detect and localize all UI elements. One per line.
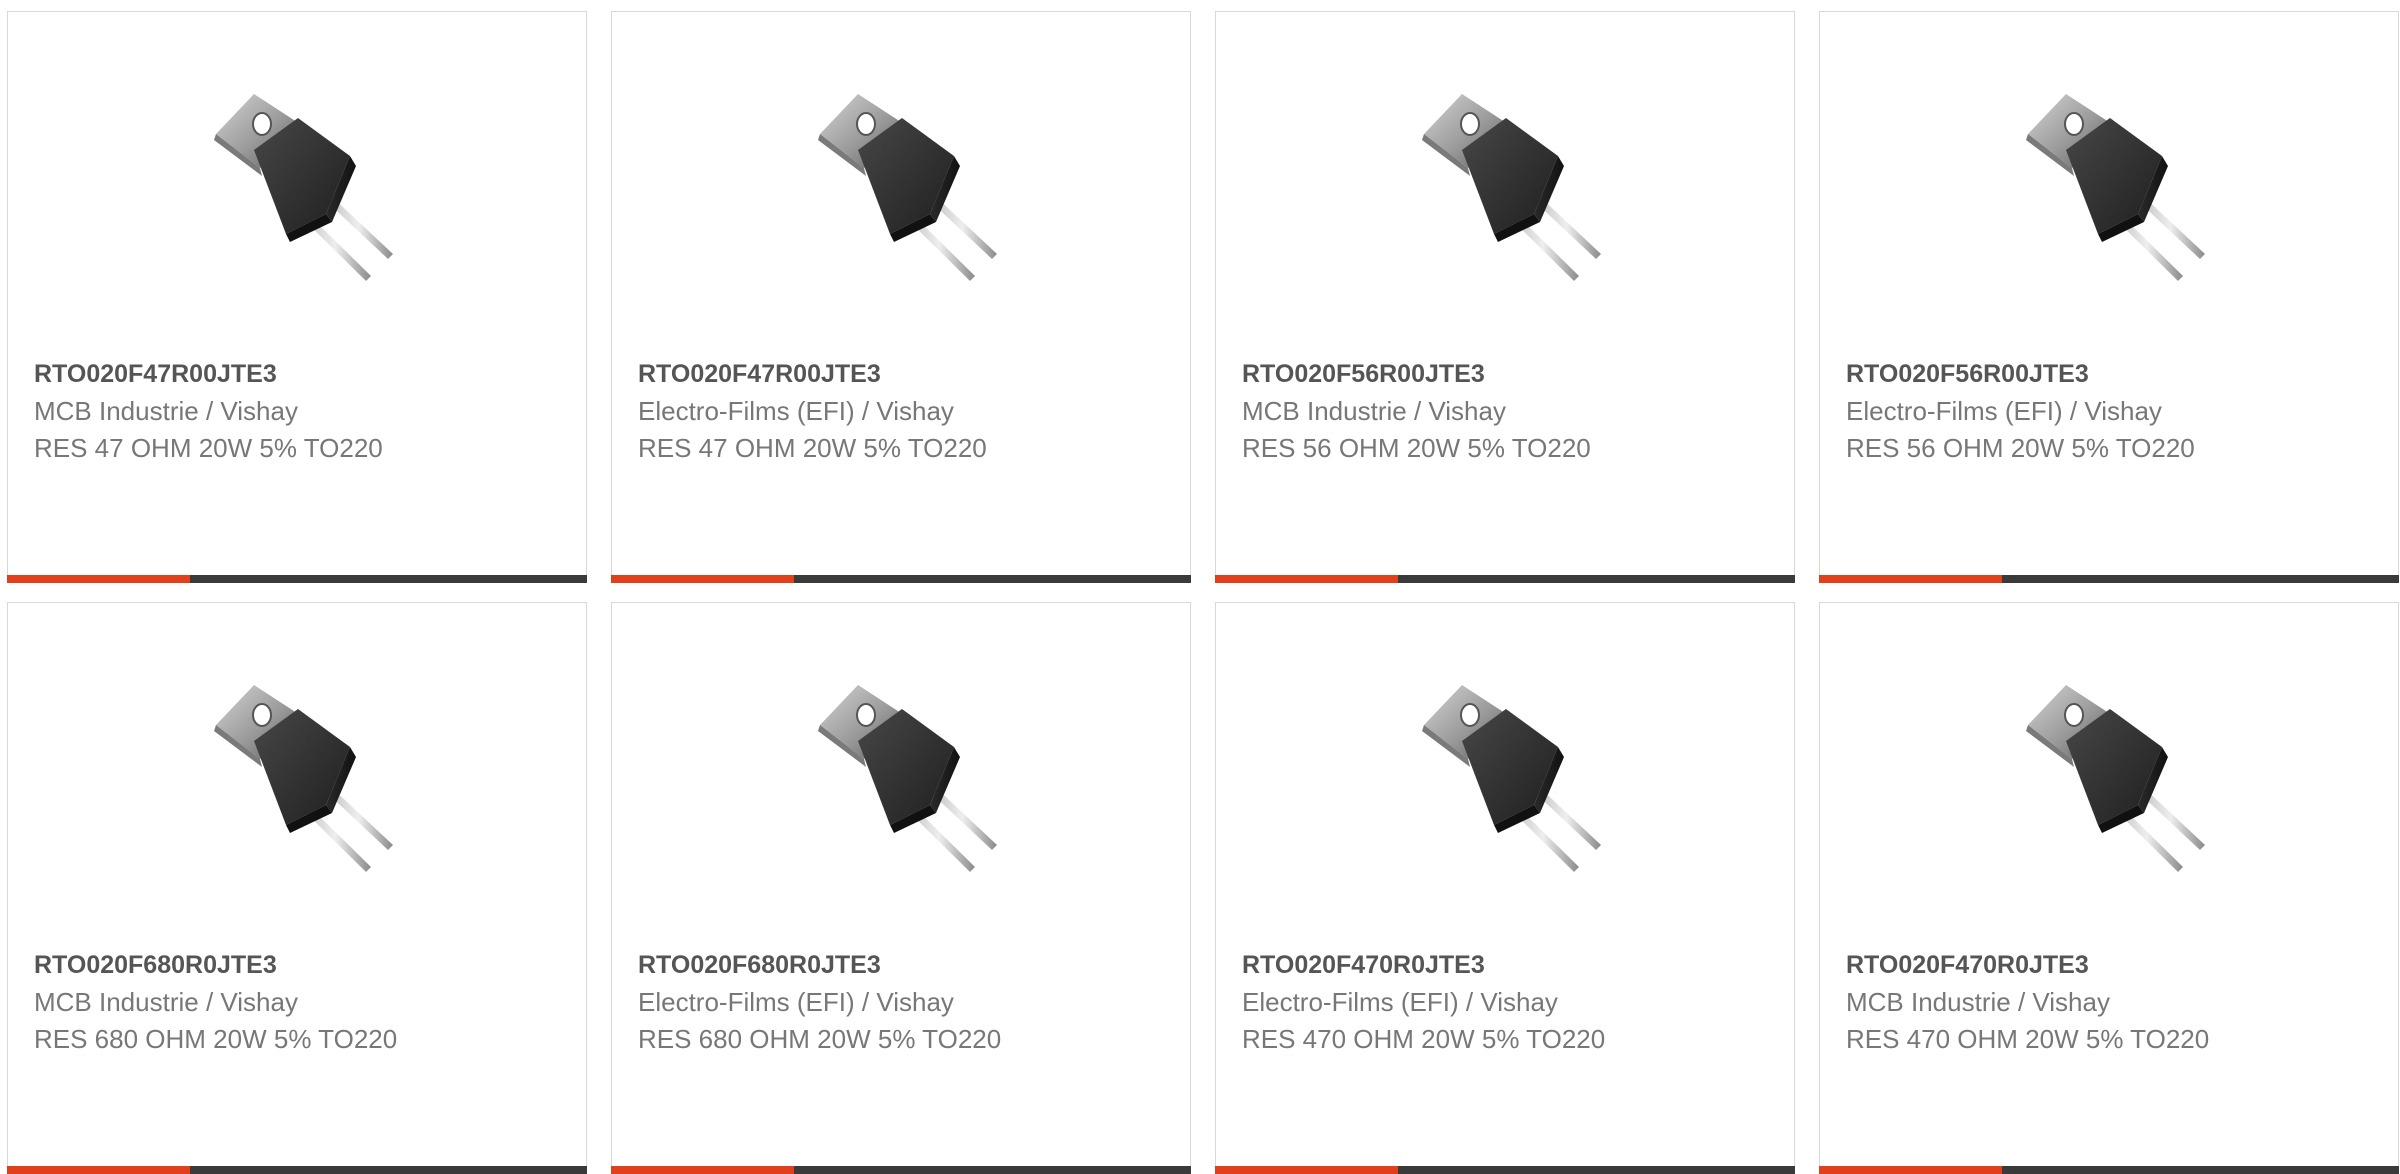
manufacturer: MCB Industrie / Vishay [34,396,298,426]
product-info: RTO020F56R00JTE3 Electro-Films (EFI) / V… [1846,356,2388,467]
card-footer-bar [7,1166,587,1174]
part-number[interactable]: RTO020F680R0JTE3 [34,947,576,984]
product-info: RTO020F680R0JTE3 MCB Industrie / Vishay … [34,947,576,1058]
manufacturer: MCB Industrie / Vishay [34,987,298,1017]
description: RES 470 OHM 20W 5% TO220 [1846,1024,2210,1054]
card-accent-bar [7,1166,190,1174]
card-accent-bar [611,1166,794,1174]
part-number[interactable]: RTO020F470R0JTE3 [1846,947,2388,984]
product-card[interactable]: RTO020F56R00JTE3 MCB Industrie / Vishay … [1215,11,1795,583]
to220-resistor-image[interactable] [800,82,1010,292]
card-accent-bar [7,575,190,583]
description: RES 680 OHM 20W 5% TO220 [34,1024,398,1054]
description: RES 470 OHM 20W 5% TO220 [1242,1024,1606,1054]
product-info: RTO020F470R0JTE3 Electro-Films (EFI) / V… [1242,947,1784,1058]
card-footer-bar [7,575,587,583]
manufacturer: Electro-Films (EFI) / Vishay [1846,396,2162,426]
part-number[interactable]: RTO020F47R00JTE3 [34,356,576,393]
card-footer-bar [611,1166,1191,1174]
to220-resistor-image[interactable] [1404,673,1614,883]
product-card[interactable]: RTO020F680R0JTE3 MCB Industrie / Vishay … [7,602,587,1174]
manufacturer: Electro-Films (EFI) / Vishay [638,396,954,426]
card-accent-bar [1215,1166,1398,1174]
product-info: RTO020F56R00JTE3 MCB Industrie / Vishay … [1242,356,1784,467]
to220-resistor-image[interactable] [196,673,406,883]
description: RES 47 OHM 20W 5% TO220 [638,433,987,463]
card-accent-bar [1819,1166,2002,1174]
product-info: RTO020F470R0JTE3 MCB Industrie / Vishay … [1846,947,2388,1058]
product-info: RTO020F47R00JTE3 MCB Industrie / Vishay … [34,356,576,467]
to220-resistor-image[interactable] [800,673,1010,883]
to220-resistor-image[interactable] [1404,82,1614,292]
card-footer-bar [611,575,1191,583]
part-number[interactable]: RTO020F56R00JTE3 [1242,356,1784,393]
product-card[interactable]: RTO020F47R00JTE3 MCB Industrie / Vishay … [7,11,587,583]
to220-resistor-image[interactable] [2008,82,2218,292]
part-number[interactable]: RTO020F47R00JTE3 [638,356,1180,393]
card-footer-bar [1215,1166,1795,1174]
card-accent-bar [1819,575,2002,583]
product-info: RTO020F680R0JTE3 Electro-Films (EFI) / V… [638,947,1180,1058]
product-card[interactable]: RTO020F680R0JTE3 Electro-Films (EFI) / V… [611,602,1191,1174]
product-card[interactable]: RTO020F56R00JTE3 Electro-Films (EFI) / V… [1819,11,2399,583]
product-grid: RTO020F47R00JTE3 MCB Industrie / Vishay … [7,11,2399,1174]
manufacturer: Electro-Films (EFI) / Vishay [1242,987,1558,1017]
description: RES 680 OHM 20W 5% TO220 [638,1024,1002,1054]
product-card[interactable]: RTO020F470R0JTE3 Electro-Films (EFI) / V… [1215,602,1795,1174]
product-info: RTO020F47R00JTE3 Electro-Films (EFI) / V… [638,356,1180,467]
manufacturer: MCB Industrie / Vishay [1242,396,1506,426]
to220-resistor-image[interactable] [2008,673,2218,883]
card-footer-bar [1215,575,1795,583]
part-number[interactable]: RTO020F680R0JTE3 [638,947,1180,984]
product-card[interactable]: RTO020F470R0JTE3 MCB Industrie / Vishay … [1819,602,2399,1174]
part-number[interactable]: RTO020F470R0JTE3 [1242,947,1784,984]
manufacturer: Electro-Films (EFI) / Vishay [638,987,954,1017]
card-accent-bar [611,575,794,583]
description: RES 56 OHM 20W 5% TO220 [1846,433,2195,463]
card-accent-bar [1215,575,1398,583]
part-number[interactable]: RTO020F56R00JTE3 [1846,356,2388,393]
product-card[interactable]: RTO020F47R00JTE3 Electro-Films (EFI) / V… [611,11,1191,583]
card-footer-bar [1819,1166,2399,1174]
manufacturer: MCB Industrie / Vishay [1846,987,2110,1017]
card-footer-bar [1819,575,2399,583]
description: RES 47 OHM 20W 5% TO220 [34,433,383,463]
description: RES 56 OHM 20W 5% TO220 [1242,433,1591,463]
to220-resistor-image[interactable] [196,82,406,292]
